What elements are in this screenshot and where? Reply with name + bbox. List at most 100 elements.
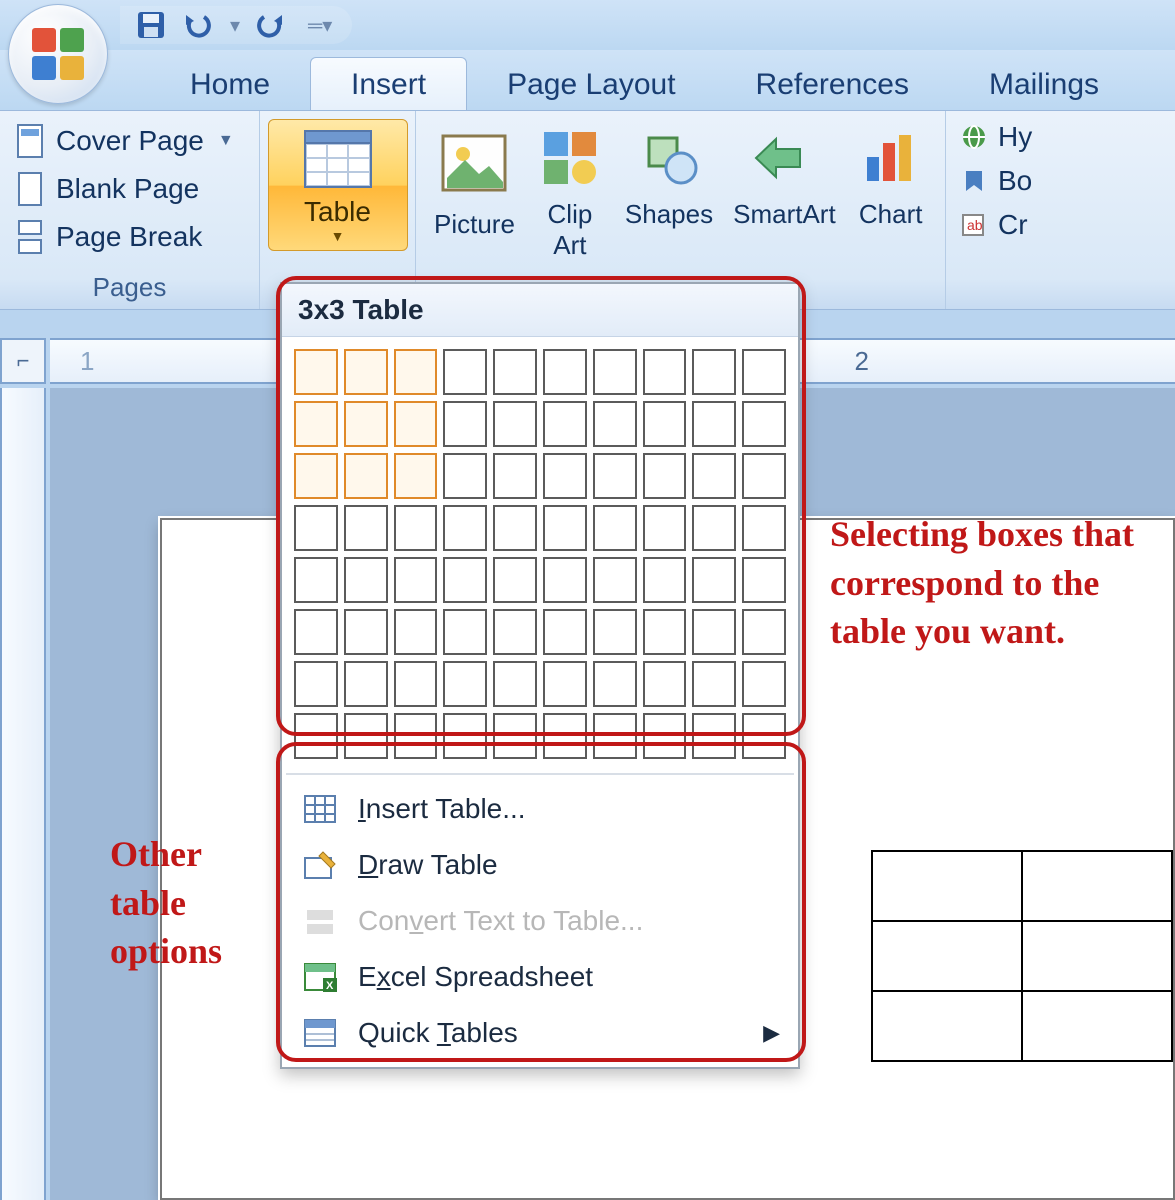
grid-cell[interactable] [294,713,338,759]
grid-cell[interactable] [294,661,338,707]
grid-cell[interactable] [493,713,537,759]
menu-draw-table[interactable]: Draw Table [282,837,798,893]
grid-cell[interactable] [643,661,687,707]
redo-button[interactable] [254,8,288,42]
grid-cell[interactable] [643,401,687,447]
grid-cell[interactable] [692,401,736,447]
vertical-ruler[interactable] [0,388,46,1200]
grid-cell[interactable] [443,505,487,551]
grid-cell[interactable] [643,453,687,499]
grid-cell[interactable] [493,661,537,707]
grid-cell[interactable] [294,453,338,499]
grid-cell[interactable] [394,557,438,603]
grid-cell[interactable] [394,453,438,499]
grid-cell[interactable] [742,401,786,447]
grid-cell[interactable] [742,453,786,499]
grid-cell[interactable] [294,609,338,655]
bookmark-button[interactable]: Bo [956,161,1036,201]
grid-cell[interactable] [742,713,786,759]
grid-cell[interactable] [294,557,338,603]
grid-cell[interactable] [543,661,587,707]
clip-art-button[interactable]: Clip Art [527,117,613,261]
menu-quick-tables[interactable]: Quick Tables ▶ [282,1005,798,1061]
grid-cell[interactable] [344,453,388,499]
grid-cell[interactable] [493,453,537,499]
grid-cell[interactable] [344,505,388,551]
hyperlink-button[interactable]: Hy [956,117,1036,157]
grid-cell[interactable] [543,505,587,551]
grid-cell[interactable] [692,609,736,655]
grid-cell[interactable] [294,349,338,395]
table-button[interactable]: Table ▼ [268,119,408,251]
grid-cell[interactable] [593,609,637,655]
grid-cell[interactable] [443,661,487,707]
grid-cell[interactable] [692,557,736,603]
smartart-button[interactable]: SmartArt [725,117,844,230]
grid-cell[interactable] [394,609,438,655]
grid-cell[interactable] [543,401,587,447]
grid-cell[interactable] [493,505,537,551]
picture-button[interactable]: Picture [426,117,523,240]
tab-references[interactable]: References [716,58,949,110]
grid-cell[interactable] [692,661,736,707]
chart-button[interactable]: Chart [848,117,934,230]
tab-page-layout[interactable]: Page Layout [467,58,715,110]
save-button[interactable] [134,8,168,42]
grid-cell[interactable] [344,401,388,447]
grid-cell[interactable] [643,609,687,655]
office-button[interactable] [8,4,108,104]
grid-cell[interactable] [543,609,587,655]
grid-cell[interactable] [344,713,388,759]
grid-cell[interactable] [742,557,786,603]
grid-cell[interactable] [643,505,687,551]
grid-cell[interactable] [493,609,537,655]
grid-cell[interactable] [443,349,487,395]
grid-cell[interactable] [394,505,438,551]
grid-cell[interactable] [394,661,438,707]
grid-cell[interactable] [692,713,736,759]
grid-cell[interactable] [294,401,338,447]
grid-cell[interactable] [294,505,338,551]
grid-cell[interactable] [593,505,637,551]
undo-button[interactable] [182,8,216,42]
grid-cell[interactable] [344,609,388,655]
grid-cell[interactable] [493,401,537,447]
menu-insert-table[interactable]: Insert Table... [282,781,798,837]
grid-cell[interactable] [593,557,637,603]
grid-cell[interactable] [543,713,587,759]
grid-cell[interactable] [593,713,637,759]
grid-cell[interactable] [493,557,537,603]
grid-cell[interactable] [692,453,736,499]
grid-cell[interactable] [394,349,438,395]
grid-cell[interactable] [593,401,637,447]
tab-insert[interactable]: Insert [310,57,467,110]
grid-cell[interactable] [443,609,487,655]
qat-customize-icon[interactable]: ═▾ [308,13,332,38]
grid-cell[interactable] [394,713,438,759]
grid-cell[interactable] [742,661,786,707]
grid-cell[interactable] [493,349,537,395]
grid-cell[interactable] [742,609,786,655]
grid-cell[interactable] [443,713,487,759]
blank-page-button[interactable]: Blank Page [10,165,205,213]
grid-cell[interactable] [443,401,487,447]
grid-cell[interactable] [643,713,687,759]
grid-cell[interactable] [543,557,587,603]
grid-cell[interactable] [443,453,487,499]
grid-cell[interactable] [643,349,687,395]
ruler-corner[interactable]: ⌐ [0,338,46,384]
cover-page-button[interactable]: Cover Page ▼ [10,117,240,165]
grid-cell[interactable] [443,557,487,603]
cross-reference-button[interactable]: ab Cr [956,205,1032,245]
grid-cell[interactable] [394,401,438,447]
grid-cell[interactable] [344,661,388,707]
grid-cell[interactable] [692,505,736,551]
grid-cell[interactable] [593,349,637,395]
tab-home[interactable]: Home [150,58,310,110]
grid-cell[interactable] [692,349,736,395]
menu-excel-spreadsheet[interactable]: X Excel Spreadsheet [282,949,798,1005]
shapes-button[interactable]: Shapes [617,117,721,230]
grid-cell[interactable] [742,505,786,551]
table-size-grid[interactable] [282,337,798,773]
grid-cell[interactable] [543,349,587,395]
